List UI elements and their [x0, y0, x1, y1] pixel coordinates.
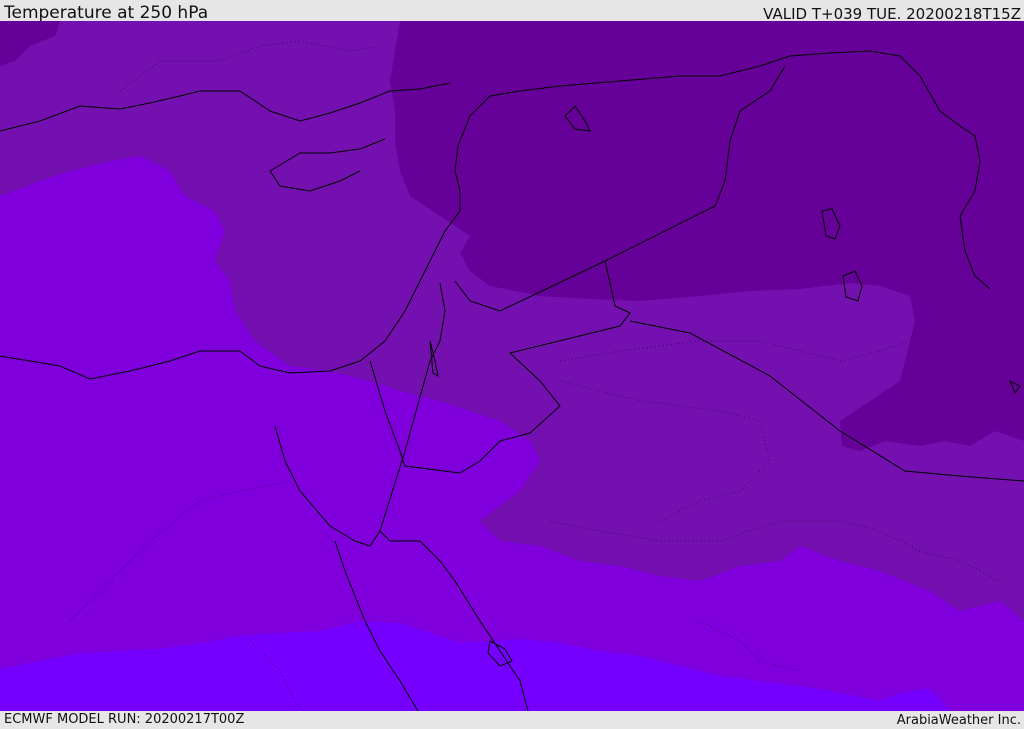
- model-run-label: ECMWF MODEL RUN: 20200217T00Z: [4, 712, 245, 727]
- credit-label: ArabiaWeather Inc.: [896, 713, 1021, 728]
- footer-bar: ECMWF MODEL RUN: 20200217T00Z ArabiaWeat…: [0, 711, 1024, 729]
- weather-map: [0, 21, 1024, 711]
- title-bar: Temperature at 250 hPa VALID T+039 TUE. …: [0, 0, 1024, 23]
- map-title: Temperature at 250 hPa: [4, 3, 209, 23]
